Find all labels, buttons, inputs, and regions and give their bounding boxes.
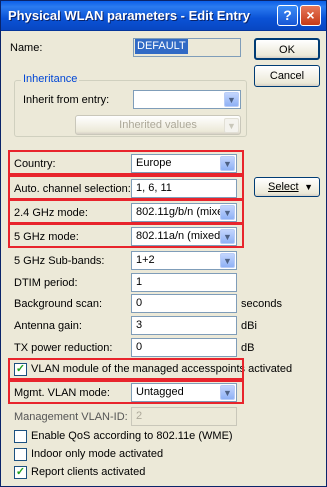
indoor-label[interactable]: Indoor only mode activated [31, 448, 163, 461]
name-field-border [133, 38, 241, 57]
cancel-button[interactable]: Cancel [254, 65, 320, 87]
tx-reduction-unit: dB [241, 342, 255, 354]
report-clients-checkbox[interactable]: ✓ [14, 466, 27, 479]
window-title: Physical WLAN parameters - Edit Entry [8, 8, 251, 23]
ok-button[interactable]: OK [254, 38, 320, 60]
help-icon: ? [283, 7, 292, 23]
vlan-module-highlight [8, 358, 244, 380]
sub-bands-label: 5 GHz Sub-bands: [14, 255, 105, 267]
sub-bands-value: 1+2 [136, 254, 155, 266]
report-clients-label[interactable]: Report clients activated [31, 466, 145, 479]
sub-bands-select[interactable]: 1+2 ▼ [131, 251, 237, 270]
inherited-values-button: Inherited values ▼ [75, 115, 241, 135]
dtim-field[interactable]: 1 [131, 273, 237, 292]
country-highlight [8, 150, 244, 175]
bg-scan-field[interactable]: 0 [131, 294, 237, 313]
select-button-label: Select [268, 181, 299, 193]
bg-scan-value: 0 [136, 297, 143, 309]
select-button[interactable]: Select ▼ [254, 177, 320, 197]
inherited-values-label: Inherited values [119, 119, 197, 131]
close-icon: × [306, 7, 315, 23]
name-label: Name: [10, 42, 43, 54]
title-bar[interactable]: Physical WLAN parameters - Edit Entry ? … [1, 1, 326, 31]
help-button[interactable]: ? [277, 5, 298, 26]
dtim-value: 1 [136, 276, 143, 288]
chevron-down-icon: ▼ [304, 182, 313, 192]
antenna-gain-field[interactable]: 3 [131, 316, 237, 335]
chevron-down-icon: ▼ [224, 92, 239, 107]
qos-checkbox[interactable] [14, 430, 27, 443]
dtim-label: DTIM period: [14, 277, 78, 289]
inherit-from-select[interactable]: ▼ [133, 90, 241, 109]
tx-reduction-label: TX power reduction: [14, 342, 113, 354]
tx-reduction-field[interactable]: 0 [131, 338, 237, 357]
inherit-from-label: Inherit from entry: [23, 94, 110, 106]
indoor-checkbox[interactable] [14, 448, 27, 461]
antenna-gain-label: Antenna gain: [14, 320, 82, 332]
bg-scan-label: Background scan: [14, 298, 103, 310]
chevron-down-icon: ▼ [220, 253, 235, 268]
mode-5ghz-highlight [8, 223, 244, 248]
checkmark-icon: ✓ [15, 466, 26, 478]
close-button[interactable]: × [300, 5, 321, 26]
mgmt-vlan-id-field: 2 [131, 407, 237, 426]
inheritance-legend: Inheritance [21, 73, 80, 86]
antenna-gain-unit: dBi [241, 320, 257, 332]
chevron-down-icon: ▼ [224, 118, 239, 133]
mgmt-vlan-id-label: Management VLAN-ID: [14, 411, 128, 423]
mgmt-vlan-id-value: 2 [136, 410, 143, 422]
edit-entry-dialog: Physical WLAN parameters - Edit Entry ? … [0, 0, 327, 487]
auto-channel-highlight [8, 175, 244, 200]
mgmt-vlan-mode-highlight [8, 380, 244, 404]
bg-scan-unit: seconds [241, 298, 282, 310]
tx-reduction-value: 0 [136, 341, 143, 353]
antenna-gain-value: 3 [136, 319, 143, 331]
mode-24ghz-highlight [8, 199, 244, 224]
qos-label[interactable]: Enable QoS according to 802.11e (WME) [31, 430, 233, 443]
